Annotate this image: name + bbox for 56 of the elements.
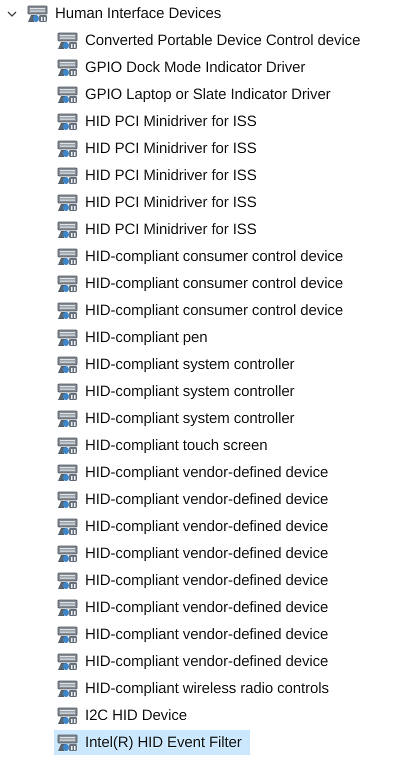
keyboard-mouse-icon <box>57 86 78 104</box>
tree-item[interactable]: HID PCI Minidriver for ISS <box>54 109 265 134</box>
tree-item[interactable]: HID-compliant consumer control device <box>54 298 352 323</box>
keyboard-mouse-icon <box>57 518 78 536</box>
tree-item[interactable]: Human Interface Devices <box>24 1 230 26</box>
keyboard-mouse-icon <box>57 58 78 76</box>
keyboard-mouse-icon <box>57 220 78 238</box>
tree-item[interactable]: HID-compliant vendor-defined device <box>54 460 336 485</box>
keyboard-mouse-icon <box>57 436 78 454</box>
keyboard-mouse-icon <box>57 274 78 292</box>
tree-item[interactable]: HID-compliant consumer control device <box>54 271 352 296</box>
tree-item[interactable]: HID-compliant vendor-defined device <box>54 595 336 620</box>
tree-item[interactable]: HID PCI Minidriver for ISS <box>54 136 265 161</box>
tree-item[interactable]: HID-compliant vendor-defined device <box>54 622 336 647</box>
tree-item[interactable]: HID-compliant system controller <box>54 406 302 431</box>
keyboard-mouse-icon <box>27 4 48 22</box>
keyboard-mouse-icon <box>57 112 78 130</box>
keyboard-mouse-icon <box>57 572 78 590</box>
tree-item[interactable]: GPIO Dock Mode Indicator Driver <box>54 55 314 80</box>
tree-item[interactable]: HID-compliant vendor-defined device <box>54 487 336 512</box>
keyboard-mouse-icon <box>57 166 78 184</box>
tree-item[interactable]: I2C HID Device <box>54 703 195 728</box>
tree-item[interactable]: HID-compliant touch screen <box>54 433 276 458</box>
keyboard-mouse-icon <box>57 544 78 562</box>
tree-item[interactable]: HID-compliant wireless radio controls <box>54 676 337 701</box>
keyboard-mouse-icon <box>57 410 78 428</box>
keyboard-mouse-icon <box>57 32 78 50</box>
tree-item[interactable]: HID PCI Minidriver for ISS <box>54 217 265 242</box>
keyboard-mouse-icon <box>57 328 78 346</box>
tree-item[interactable]: Intel(R) HID Event Filter <box>54 730 250 755</box>
tree-item[interactable]: HID-compliant consumer control device <box>54 244 352 269</box>
tree-item[interactable]: HID PCI Minidriver for ISS <box>54 190 265 215</box>
keyboard-mouse-icon <box>57 302 78 320</box>
tree-item[interactable]: HID-compliant vendor-defined device <box>54 541 336 566</box>
tree-item[interactable]: HID-compliant vendor-defined device <box>54 514 336 539</box>
tree-item[interactable]: GPIO Laptop or Slate Indicator Driver <box>54 82 339 107</box>
keyboard-mouse-icon <box>57 356 78 374</box>
keyboard-mouse-icon <box>57 382 78 400</box>
tree-item[interactable]: HID-compliant vendor-defined device <box>54 568 336 593</box>
keyboard-mouse-icon <box>57 626 78 644</box>
tree-item[interactable]: HID-compliant system controller <box>54 379 302 404</box>
keyboard-mouse-icon <box>57 464 78 482</box>
keyboard-mouse-icon <box>57 490 78 508</box>
keyboard-mouse-icon <box>57 194 78 212</box>
keyboard-mouse-icon <box>57 140 78 158</box>
tree-item[interactable]: Converted Portable Device Control device <box>54 28 368 53</box>
keyboard-mouse-icon <box>57 706 78 724</box>
keyboard-mouse-icon <box>57 680 78 698</box>
keyboard-mouse-icon <box>57 652 78 670</box>
tree-item[interactable]: HID-compliant pen <box>54 325 216 350</box>
keyboard-mouse-icon <box>57 734 78 752</box>
keyboard-mouse-icon <box>57 598 78 616</box>
tree-item[interactable]: HID PCI Minidriver for ISS <box>54 163 265 188</box>
tree-item[interactable]: HID-compliant system controller <box>54 352 302 377</box>
keyboard-mouse-icon <box>57 248 78 266</box>
tree-item[interactable]: HID-compliant vendor-defined device <box>54 649 336 674</box>
